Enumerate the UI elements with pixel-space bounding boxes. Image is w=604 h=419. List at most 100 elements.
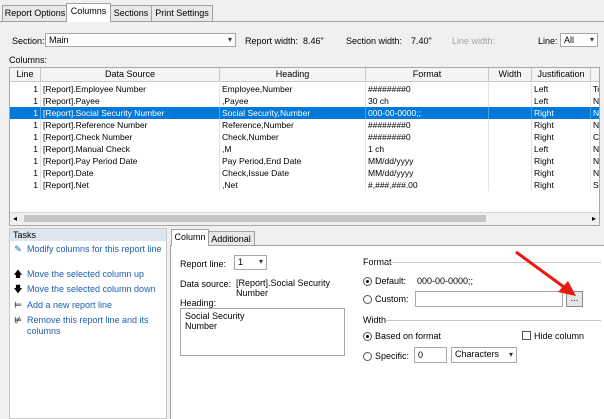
table-cell[interactable]	[489, 179, 532, 191]
column-header-heading[interactable]: Heading	[220, 68, 366, 82]
table-row[interactable]: 1 [Report].Check Number Check,Number ######…	[10, 131, 599, 143]
table-cell[interactable]: Nor	[591, 119, 599, 131]
scroll-left-icon[interactable]: ◂	[13, 213, 17, 224]
custom-format-radio[interactable]	[363, 295, 372, 304]
table-cell[interactable]: Right	[532, 119, 591, 131]
table-cell[interactable]: Left	[532, 143, 591, 155]
column-header-data-source[interactable]: Data Source	[41, 68, 220, 82]
table-cell[interactable]: Nor	[591, 167, 599, 179]
table-cell[interactable]: Left	[532, 83, 591, 95]
table-cell[interactable]	[489, 155, 532, 167]
table-cell[interactable]: Right	[532, 179, 591, 191]
tab-print-settings[interactable]: Print Settings	[151, 5, 213, 21]
task-move-up[interactable]: Move the selected column up	[27, 269, 165, 280]
hide-column-label[interactable]: Hide column	[534, 330, 584, 342]
column-header-width[interactable]: Width	[489, 68, 532, 82]
table-cell[interactable]: MM/dd/yyyy	[366, 155, 489, 167]
scrollbar-thumb[interactable]	[24, 215, 486, 222]
table-cell[interactable]: Pay Period,End Date	[220, 155, 366, 167]
table-cell[interactable]	[489, 119, 532, 131]
table-cell[interactable]	[489, 131, 532, 143]
tab-additional[interactable]: Additional	[207, 231, 255, 246]
table-cell[interactable]: [Report].Date	[41, 167, 220, 179]
column-header-extra[interactable]	[591, 68, 599, 82]
report-line-select[interactable]: 1 ▾	[234, 255, 267, 270]
table-cell[interactable]: Nor	[591, 107, 599, 119]
table-row[interactable]: 1 [Report].Pay Period Date Pay Period,End …	[10, 155, 599, 167]
table-cell[interactable]: Right	[532, 131, 591, 143]
table-row[interactable]: 1[Report].Manual Check,M1 ch LeftNor	[10, 143, 599, 155]
table-cell[interactable]	[489, 167, 532, 179]
specific-width-label[interactable]: Specific:	[375, 350, 409, 362]
table-row[interactable]: 1 [Report].Date Check,Issue Date MM/dd/yyyy…	[10, 167, 599, 179]
horizontal-scrollbar[interactable]: ◂ ▸	[10, 212, 599, 225]
task-add-line[interactable]: Add a new report line	[27, 300, 165, 311]
task-modify-columns[interactable]: Modify columns for this report line	[27, 244, 165, 255]
table-cell[interactable]: Sur	[591, 179, 599, 191]
table-row[interactable]: 1 [Report].Social Security Number Social S…	[10, 107, 599, 119]
hide-column-checkbox[interactable]	[522, 331, 531, 340]
table-cell[interactable]: Right	[532, 155, 591, 167]
table-cell[interactable]: ########0	[366, 119, 489, 131]
table-cell[interactable]: [Report].Check Number	[41, 131, 220, 143]
table-cell[interactable]: MM/dd/yyyy	[366, 167, 489, 179]
table-cell[interactable]: ########0	[366, 131, 489, 143]
table-cell[interactable]: Cou	[591, 131, 599, 143]
default-format-radio[interactable]	[363, 277, 372, 286]
tab-report-options[interactable]: Report Options	[2, 5, 68, 21]
table-cell[interactable]: ,M	[220, 143, 366, 155]
table-row[interactable]: 1[Report].Payee,Payee30 ch LeftNor	[10, 95, 599, 107]
scroll-right-icon[interactable]: ▸	[592, 213, 596, 224]
table-cell[interactable]: Tot	[591, 83, 599, 95]
table-cell[interactable]	[489, 107, 532, 119]
column-header-justification[interactable]: Justification	[532, 68, 591, 82]
table-cell[interactable]: Nor	[591, 143, 599, 155]
table-cell[interactable]: 1	[10, 179, 41, 191]
table-cell[interactable]: ,Payee	[220, 95, 366, 107]
custom-format-label[interactable]: Custom:	[375, 293, 409, 305]
task-remove-line[interactable]: Remove this report line and its columns	[27, 315, 152, 337]
table-cell[interactable]: Social Security,Number	[220, 107, 366, 119]
table-cell[interactable]: [Report].Employee Number	[41, 83, 220, 95]
table-cell[interactable]: [Report].Pay Period Date	[41, 155, 220, 167]
table-cell[interactable]: 1	[10, 83, 41, 95]
table-cell[interactable]: 1	[10, 107, 41, 119]
table-cell[interactable]: Check,Number	[220, 131, 366, 143]
table-cell[interactable]: Nor	[591, 155, 599, 167]
tab-column[interactable]: Column	[171, 229, 209, 246]
table-cell[interactable]: 1	[10, 95, 41, 107]
table-cell[interactable]: 30 ch	[366, 95, 489, 107]
table-cell[interactable]: [Report].Reference Number	[41, 119, 220, 131]
specific-width-radio[interactable]	[363, 352, 372, 361]
table-cell[interactable]: Left	[532, 95, 591, 107]
heading-textarea[interactable]: Social Security Number	[180, 308, 345, 356]
table-cell[interactable]: [Report].Net	[41, 179, 220, 191]
table-cell[interactable]: [Report].Social Security Number	[41, 107, 220, 119]
table-cell[interactable]: Right	[532, 167, 591, 179]
table-cell[interactable]: 000-00-0000;;	[366, 107, 489, 119]
table-cell[interactable]: Reference,Number	[220, 119, 366, 131]
table-cell[interactable]: Nor	[591, 95, 599, 107]
table-cell[interactable]: 1	[10, 155, 41, 167]
task-move-down[interactable]: Move the selected column down	[27, 284, 165, 295]
table-cell[interactable]: [Report].Manual Check	[41, 143, 220, 155]
width-units-select[interactable]: Characters ▾	[451, 347, 517, 363]
based-on-format-radio[interactable]	[363, 332, 372, 341]
table-row[interactable]: 1 [Report].Reference Number Reference,Numb…	[10, 119, 599, 131]
table-cell[interactable]: ########0	[366, 83, 489, 95]
table-cell[interactable]: [Report].Payee	[41, 95, 220, 107]
table-cell[interactable]	[489, 143, 532, 155]
table-cell[interactable]: 1	[10, 119, 41, 131]
table-cell[interactable]	[489, 83, 532, 95]
specific-width-input[interactable]: 0	[414, 347, 447, 363]
tab-sections[interactable]: Sections	[109, 5, 153, 21]
table-cell[interactable]: ,Net	[220, 179, 366, 191]
table-cell[interactable]: 1	[10, 167, 41, 179]
line-select[interactable]: All ▾	[560, 33, 598, 47]
table-cell[interactable]: Right	[532, 107, 591, 119]
table-cell[interactable]: Employee,Number	[220, 83, 366, 95]
default-format-label[interactable]: Default:	[375, 275, 406, 287]
table-row[interactable]: 1 [Report].Employee Number Employee,Number…	[10, 83, 599, 95]
column-header-line[interactable]: Line	[10, 68, 41, 82]
table-cell[interactable]	[489, 95, 532, 107]
